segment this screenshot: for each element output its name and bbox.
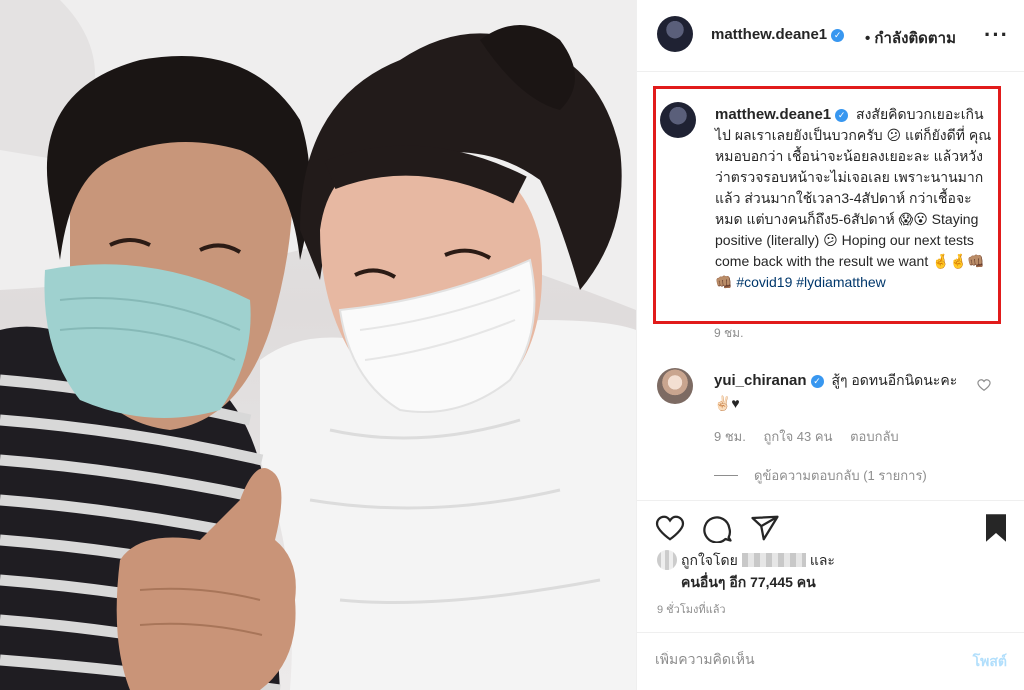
comment-meta: 9 ชม. ถูกใจ 43 คน ตอบกลับ bbox=[714, 426, 913, 447]
liker-avatar bbox=[657, 550, 677, 570]
commenter-avatar[interactable] bbox=[657, 368, 693, 404]
comment-likes[interactable]: ถูกใจ 43 คน bbox=[763, 429, 832, 444]
author-username[interactable]: matthew.deane1 ✓ bbox=[711, 26, 845, 43]
caption-hashtags[interactable]: #covid19 #lydiamatthew bbox=[736, 274, 885, 290]
add-comment-bar: โพสต์ bbox=[637, 632, 1024, 690]
likes-summary[interactable]: ถูกใจโดย และ คนอื่นๆ อีก 77,445 คน bbox=[657, 549, 835, 593]
caption-time: 9 ชม. bbox=[714, 326, 744, 340]
caption-username[interactable]: matthew.deane1 ✓ bbox=[715, 106, 849, 123]
verified-badge-icon: ✓ bbox=[810, 375, 824, 388]
likes-prefix: ถูกใจโดย bbox=[681, 552, 738, 568]
author-avatar[interactable] bbox=[657, 16, 693, 52]
caption-highlight: matthew.deane1 ✓ สงสัยคิดบวกเยอะเกินไป ผล… bbox=[653, 86, 1001, 324]
verified-badge-icon: ✓ bbox=[831, 29, 845, 42]
comment-reply-button[interactable]: ตอบกลับ bbox=[850, 429, 899, 444]
caption-avatar[interactable] bbox=[660, 102, 696, 138]
verified-badge-icon: ✓ bbox=[835, 109, 849, 122]
like-heart-icon[interactable] bbox=[655, 513, 685, 543]
likes-and: และ bbox=[809, 552, 835, 568]
add-comment-input[interactable] bbox=[655, 651, 955, 667]
comment-icon[interactable] bbox=[703, 513, 733, 543]
post-timestamp: 9 ชั่วโมงที่แล้ว bbox=[657, 604, 726, 616]
follow-status[interactable]: • กำลังติดตาม bbox=[865, 26, 956, 50]
action-bar bbox=[637, 500, 1024, 554]
view-replies-button[interactable]: ดูข้อความตอบกลับ (1 รายการ) bbox=[714, 465, 927, 486]
caption: matthew.deane1 ✓ สงสัยคิดบวกเยอะเกินไป ผล… bbox=[715, 104, 995, 293]
comment: yui_chiranan ✓ สู้ๆ อดทนอีกนิดนะคะ ✌🏻♥ bbox=[714, 369, 976, 414]
commenter-username-text[interactable]: yui_chiranan bbox=[714, 372, 807, 389]
view-replies-label[interactable]: ดูข้อความตอบกลับ (1 รายการ) bbox=[754, 468, 927, 483]
share-icon[interactable] bbox=[750, 513, 780, 543]
replies-divider bbox=[714, 475, 738, 476]
caption-text: สงสัยคิดบวกเยอะเกินไป ผลเราเลยยังเป็นบวก… bbox=[715, 106, 992, 290]
likes-others[interactable]: คนอื่นๆ อีก 77,445 คน bbox=[681, 574, 816, 590]
selfie-illustration bbox=[0, 0, 636, 690]
comment-like-heart-icon[interactable] bbox=[977, 378, 991, 392]
comment-time: 9 ชม. bbox=[714, 429, 746, 444]
post-header: matthew.deane1 ✓ • กำลังติดตาม ··· bbox=[637, 0, 1024, 72]
liker-name-blurred bbox=[741, 553, 806, 567]
caption-username-text[interactable]: matthew.deane1 bbox=[715, 106, 831, 123]
post-photo bbox=[0, 0, 636, 690]
author-username-text[interactable]: matthew.deane1 bbox=[711, 26, 827, 43]
more-options-icon[interactable]: ··· bbox=[984, 22, 1009, 48]
post-sidebar: matthew.deane1 ✓ • กำลังติดตาม ··· matthe… bbox=[636, 0, 1024, 690]
save-bookmark-icon[interactable] bbox=[983, 513, 1009, 543]
post-comment-button[interactable]: โพสต์ bbox=[973, 651, 1007, 673]
commenter-username[interactable]: yui_chiranan ✓ bbox=[714, 372, 824, 389]
